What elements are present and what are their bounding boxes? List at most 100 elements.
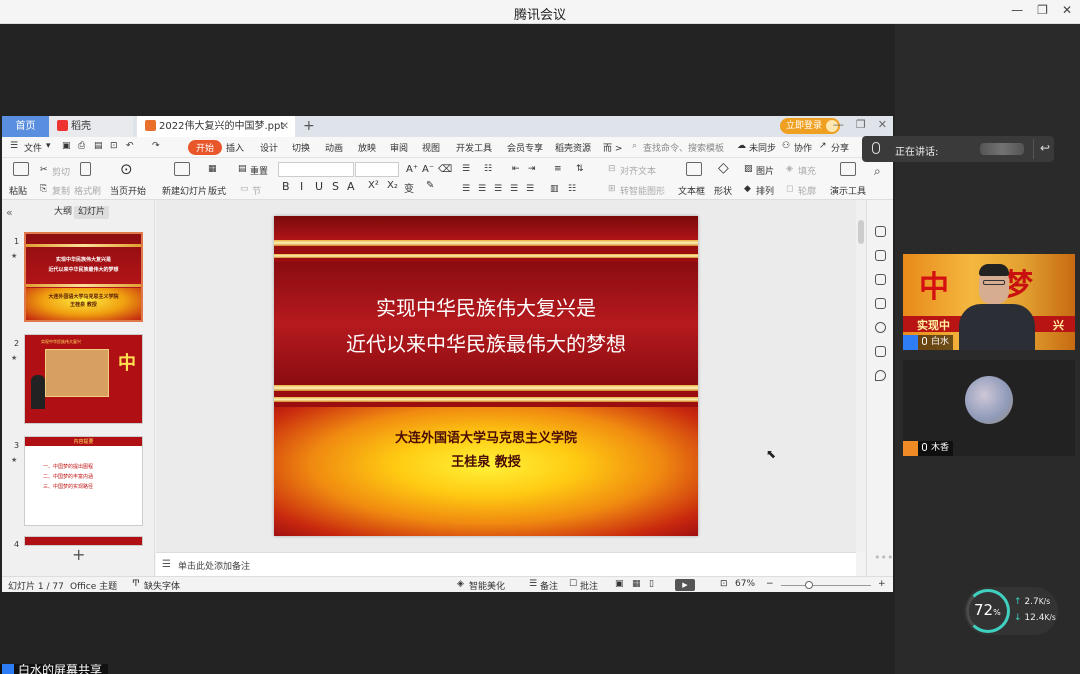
ribbon-tab-transition[interactable]: 切换 xyxy=(292,141,310,154)
login-button[interactable]: 立即登录 xyxy=(780,118,841,134)
slide-scrollbar[interactable] xyxy=(856,200,866,552)
font-color-icon[interactable]: A xyxy=(347,180,355,193)
more-options-icon[interactable]: ••• xyxy=(874,551,893,564)
menu-file[interactable]: 文件 xyxy=(24,141,42,154)
collapse-back-icon[interactable]: ↩ xyxy=(1040,141,1050,155)
grid-view-icon[interactable]: ▦ xyxy=(632,579,641,589)
copy-icon[interactable]: ⎘ xyxy=(40,184,47,194)
redo-icon[interactable]: ↷ xyxy=(152,141,160,151)
tab-home[interactable]: 首页 xyxy=(2,116,49,137)
tab-docer[interactable]: 稻壳 xyxy=(49,116,133,137)
textbox-button[interactable]: 文本框 xyxy=(678,184,705,197)
ribbon-tab-member[interactable]: 会员专享 xyxy=(507,141,543,154)
theme-name[interactable]: Office 主题 xyxy=(70,579,117,592)
tab-outline[interactable]: 大纲 xyxy=(50,206,76,219)
zoom-level[interactable]: 67% xyxy=(735,579,755,589)
strikethrough-icon[interactable]: S xyxy=(332,180,339,193)
tab-slides[interactable]: 幻灯片 xyxy=(74,206,110,219)
highlight-icon[interactable]: ✎ xyxy=(426,180,434,191)
numbering-icon[interactable]: ☷ xyxy=(484,164,492,174)
slide-thumbnail-1[interactable]: 实现中华民族伟大复兴是 近代以来中华民族最伟大的梦想 大连外国语大学马克思主义学… xyxy=(24,232,143,322)
indent-increase-icon[interactable]: ⇥ xyxy=(528,164,536,174)
clear-format-icon[interactable]: ⌫ xyxy=(438,164,452,175)
collapse-panel-icon[interactable]: « xyxy=(6,206,13,219)
slide-thumbnail-2[interactable]: 实现中华民族伟大复兴 中 xyxy=(24,334,143,424)
performance-widget[interactable]: 72% ↑ 2.7K/s ↓ 12.4K/s xyxy=(964,587,1058,635)
notes-toggle-button[interactable]: 备注 xyxy=(540,579,558,592)
wps-close-icon[interactable]: ✕ xyxy=(878,118,887,131)
add-slide-icon[interactable]: + xyxy=(72,545,85,564)
play-from-current-icon[interactable]: ⊙ xyxy=(120,160,133,178)
sync-status[interactable]: 未同步 xyxy=(749,141,776,154)
undo-icon[interactable]: ↶ xyxy=(126,141,134,151)
align-text-button[interactable]: 对齐文本 xyxy=(620,164,656,177)
align-right-icon[interactable]: ☰ xyxy=(494,184,502,194)
play-slideshow-button[interactable]: ▶ xyxy=(675,579,695,591)
add-tab-icon[interactable]: + xyxy=(303,116,315,137)
distribute-icon[interactable]: ☰ xyxy=(526,184,534,194)
subscript-icon[interactable]: X₂ xyxy=(387,180,398,191)
shape-button[interactable]: 形状 xyxy=(714,184,732,197)
underline-icon[interactable]: U xyxy=(315,180,323,193)
zoom-out-icon[interactable]: − xyxy=(766,579,774,589)
save-icon[interactable]: ▣ xyxy=(62,141,71,151)
zoom-slider[interactable] xyxy=(781,585,871,586)
bullets-icon[interactable]: ☰ xyxy=(462,164,470,174)
missing-font-button[interactable]: 缺失字体 xyxy=(144,579,180,592)
picture-button[interactable]: 图片 xyxy=(756,164,774,177)
font-size-select[interactable] xyxy=(355,162,399,177)
format-painter-button[interactable]: 格式刷 xyxy=(74,184,101,197)
char-spacing-icon[interactable]: 变 xyxy=(404,180,414,195)
font-shrink-icon[interactable]: A⁻ xyxy=(422,164,434,175)
bold-icon[interactable]: B xyxy=(282,180,290,193)
location-icon[interactable] xyxy=(875,370,886,381)
search-icon[interactable]: ⌕ xyxy=(874,164,881,179)
wps-minimize-icon[interactable]: — xyxy=(833,118,844,131)
align-left-icon[interactable]: ☰ xyxy=(462,184,470,194)
fit-window-icon[interactable]: ⊡ xyxy=(720,579,728,589)
notes-pane[interactable]: ☰ 单击此处添加备注 xyxy=(156,552,856,576)
participant-video-2[interactable]: 木香 xyxy=(903,360,1075,456)
superscript-icon[interactable]: X² xyxy=(368,180,379,191)
arrange-button[interactable]: 排列 xyxy=(756,184,774,197)
ribbon-tab-more[interactable]: 而 > xyxy=(603,141,622,154)
fill-button[interactable]: 填充 xyxy=(798,164,816,177)
ribbon-tab-view[interactable]: 视图 xyxy=(422,141,440,154)
minimize-icon[interactable]: — xyxy=(1011,3,1023,17)
to-smartart-button[interactable]: 转智能图形 xyxy=(620,184,665,197)
print-icon[interactable]: ▤ xyxy=(94,141,103,151)
help-icon[interactable] xyxy=(875,322,886,333)
close-icon[interactable]: ✕ xyxy=(1062,3,1072,17)
ribbon-tab-design[interactable]: 设计 xyxy=(260,141,278,154)
new-slide-button[interactable]: 新建幻灯片 xyxy=(162,184,207,197)
share-button[interactable]: 分享 xyxy=(831,141,849,154)
copy-icon[interactable] xyxy=(875,298,886,309)
beautify-button[interactable]: 智能美化 xyxy=(469,579,505,592)
zoom-slider-knob[interactable] xyxy=(805,581,813,589)
font-family-select[interactable] xyxy=(278,162,354,177)
collab-button[interactable]: 协作 xyxy=(794,141,812,154)
command-search[interactable]: 查找命令、搜索模板 xyxy=(643,141,724,154)
export-icon[interactable]: ⎙ xyxy=(78,141,85,151)
columns-icon[interactable]: ▥ xyxy=(550,184,559,194)
comments-button[interactable]: 批注 xyxy=(580,579,598,592)
zoom-in-icon[interactable]: + xyxy=(878,579,886,589)
menu-icon[interactable]: ☰ xyxy=(10,141,18,151)
new-slide-icon[interactable] xyxy=(174,162,190,176)
tab-document[interactable]: 2022伟大复兴的中国梦.ppt ✕ xyxy=(137,116,295,137)
shape-icon[interactable]: ◇ xyxy=(718,160,729,176)
format-painter-icon[interactable] xyxy=(80,162,91,176)
paste-button[interactable]: 粘贴 xyxy=(9,184,27,197)
align-center-icon[interactable]: ☰ xyxy=(478,184,486,194)
text-direction-icon[interactable]: ⇅ xyxy=(576,164,584,174)
para-spacing-icon[interactable]: ☷ xyxy=(568,184,576,194)
copy-button[interactable]: 复制 xyxy=(52,184,70,197)
outline-button[interactable]: 轮廓 xyxy=(798,184,816,197)
slide-thumbnail-3[interactable]: 内容提要 一、中国梦的提出图程 二、中国梦的丰富内涵 三、中国梦的实现路径 xyxy=(24,436,143,526)
ribbon-tab-docer[interactable]: 稻壳资源 xyxy=(555,141,591,154)
tab-close-icon[interactable]: ✕ xyxy=(281,116,289,137)
ribbon-tab-developer[interactable]: 开发工具 xyxy=(456,141,492,154)
cut-button[interactable]: 剪切 xyxy=(52,165,70,178)
chevron-down-icon[interactable]: ▾ xyxy=(46,141,51,151)
justify-icon[interactable]: ☰ xyxy=(510,184,518,194)
